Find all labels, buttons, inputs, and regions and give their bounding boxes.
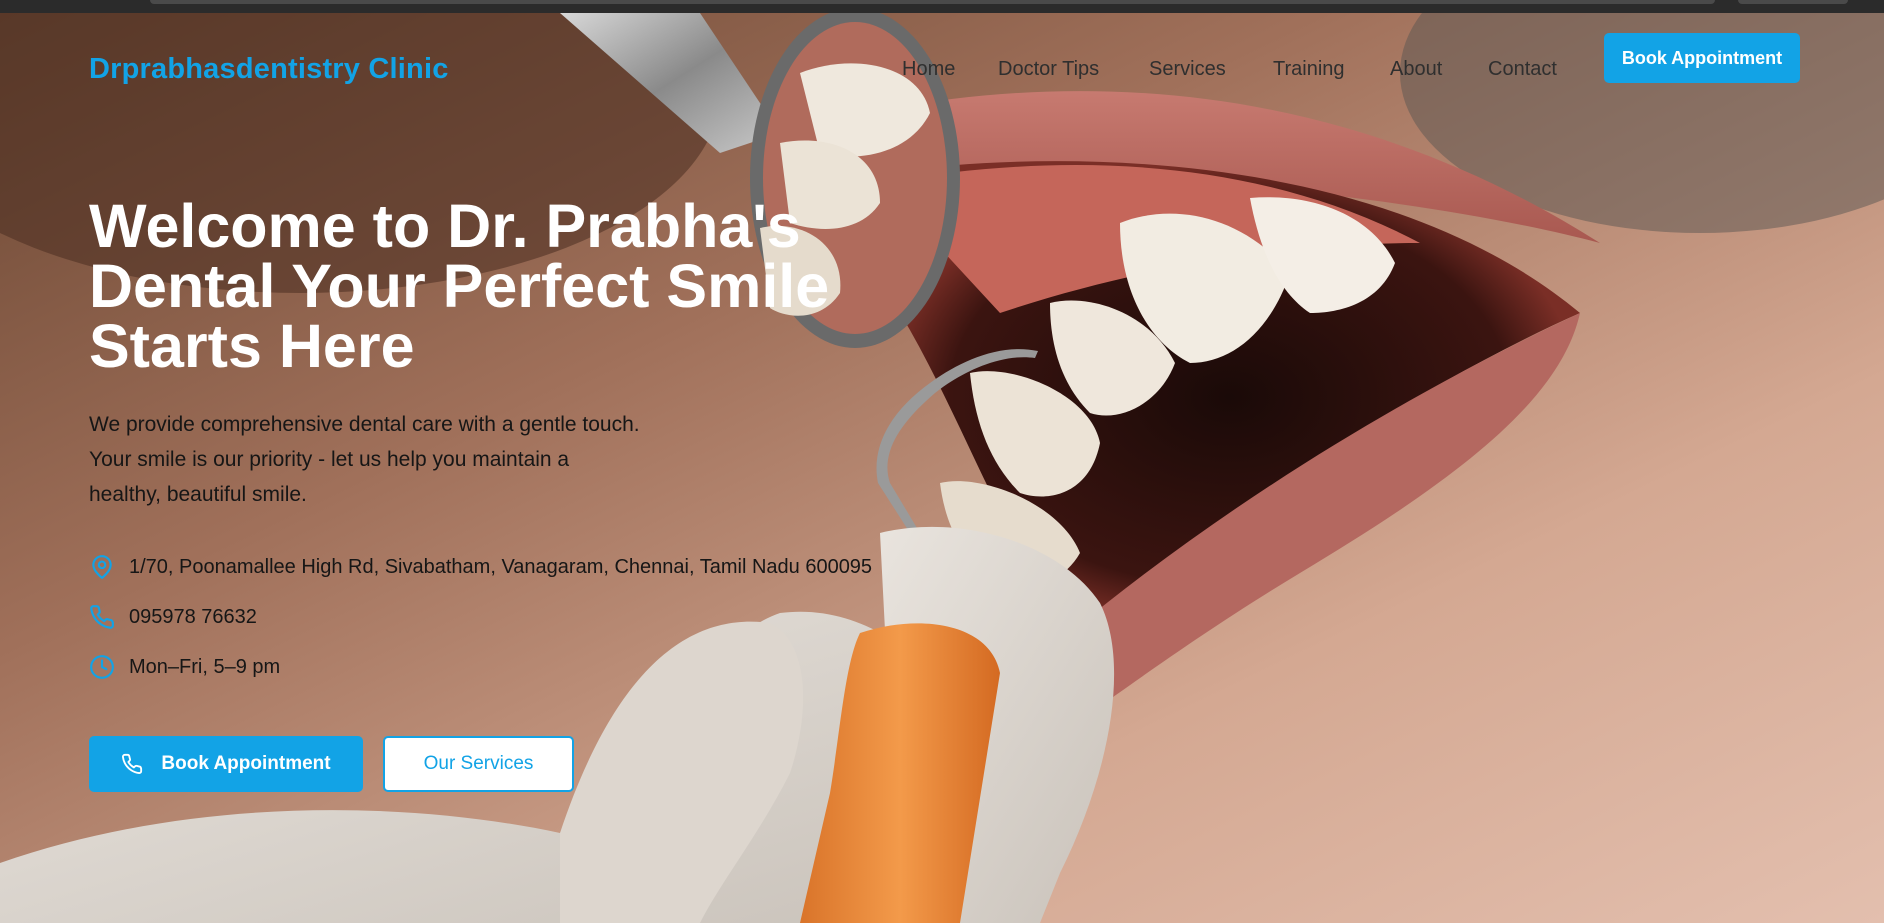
brand-logo-text[interactable]: Drprabhasdentistry Clinic: [89, 53, 449, 86]
tab-strip: [150, 0, 1715, 4]
tab-strip-end: [1738, 0, 1848, 4]
nav-training[interactable]: Training: [1273, 58, 1345, 81]
hero-desc-line: We provide comprehensive dental care wit…: [89, 413, 640, 436]
browser-top-strip: [0, 0, 1884, 13]
phone-icon: [89, 604, 115, 630]
hero-title: Welcome to Dr. Prabha's Dental Your Perf…: [89, 192, 889, 380]
phone-row: 095978 76632: [89, 604, 257, 630]
header-book-appointment-button[interactable]: Book Appointment: [1604, 33, 1800, 83]
hero-book-appointment-label: Book Appointment: [161, 753, 331, 774]
nav-doctor-tips[interactable]: Doctor Tips: [998, 58, 1099, 81]
our-services-button[interactable]: Our Services: [383, 736, 574, 792]
hero-title-line: Dental Your Perfect Smile: [89, 252, 830, 320]
hours-text: Mon–Fri, 5–9 pm: [129, 655, 281, 678]
hero-section: Drprabhasdentistry Clinic Home Doctor Ti…: [0, 13, 1884, 923]
hero-book-appointment-button[interactable]: Book Appointment: [89, 736, 363, 792]
nav-services[interactable]: Services: [1149, 58, 1226, 81]
nav-about[interactable]: About: [1390, 58, 1442, 81]
hero-title-line: Starts Here: [89, 312, 415, 380]
address-row: 1/70, Poonamallee High Rd, Sivabatham, V…: [89, 554, 872, 580]
nav-home[interactable]: Home: [902, 58, 955, 81]
location-pin-icon: [89, 554, 115, 580]
nav-contact[interactable]: Contact: [1488, 58, 1557, 81]
clock-icon: [89, 654, 115, 680]
hero-title-line: Welcome to Dr. Prabha's: [89, 192, 801, 260]
phone-text[interactable]: 095978 76632: [129, 606, 257, 629]
hero-desc-line: healthy, beautiful smile.: [89, 483, 307, 506]
hero-desc-line: Your smile is our priority - let us help…: [89, 448, 570, 471]
hero-description: We provide comprehensive dental care wit…: [89, 407, 749, 512]
hours-row: Mon–Fri, 5–9 pm: [89, 654, 280, 680]
phone-icon: [121, 753, 143, 775]
address-text: 1/70, Poonamallee High Rd, Sivabatham, V…: [129, 555, 873, 578]
